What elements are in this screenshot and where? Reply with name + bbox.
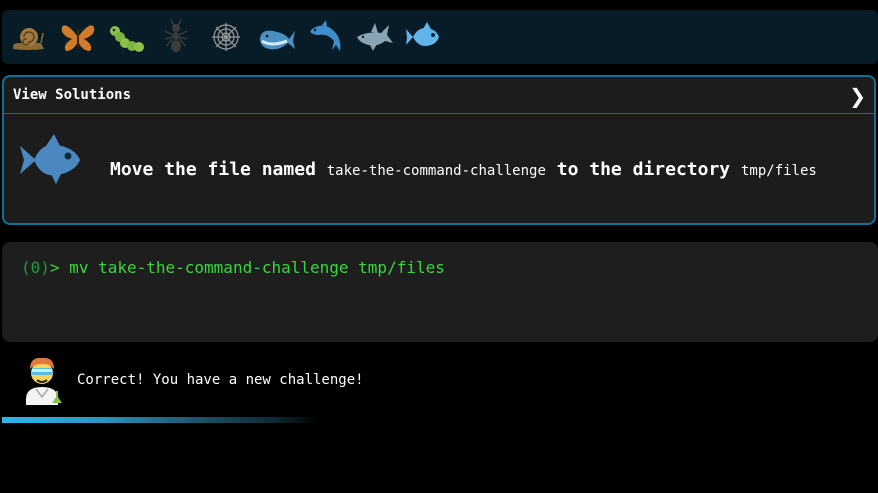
challenge-text-part2: to the directory <box>545 159 741 180</box>
prompt-status: (0) <box>21 258 50 277</box>
ant-icon[interactable] <box>156 19 196 55</box>
feedback-message-row: Correct! You have a new challenge! <box>18 353 878 409</box>
feedback-message: Correct! You have a new challenge! <box>77 372 364 388</box>
dolphin-icon[interactable] <box>306 19 346 55</box>
caterpillar-icon[interactable] <box>107 19 147 55</box>
scientist-avatar <box>18 353 66 405</box>
snail-icon[interactable] <box>9 19 49 55</box>
progress-bar-fill <box>2 417 528 423</box>
challenge-text-part1: Move the file named <box>110 159 327 180</box>
command-input-text[interactable]: mv take-the-command-challenge tmp/files <box>60 258 445 277</box>
terminal-input-area[interactable]: (0)> mv take-the-command-challenge tmp/f… <box>2 242 878 342</box>
shark-icon[interactable] <box>355 19 395 55</box>
whale-icon[interactable] <box>257 19 297 55</box>
terminal-command-line[interactable]: (0)> mv take-the-command-challenge tmp/f… <box>21 258 445 277</box>
challenge-panel: View Solutions ❯ Move the file named tak… <box>2 75 876 225</box>
challenge-directory: tmp/files <box>740 163 817 179</box>
challenge-file-name: take-the-command-challenge <box>326 163 546 179</box>
challenge-description: Move the file named take-the-command-cha… <box>110 159 817 180</box>
butterfly-icon[interactable] <box>58 19 98 55</box>
fish-icon <box>16 132 88 188</box>
level-icon-bar <box>2 10 878 64</box>
spider-web-icon[interactable] <box>206 19 246 55</box>
prompt-caret: > <box>49 258 60 277</box>
progress-bar <box>2 417 878 423</box>
view-solutions-toggle[interactable]: View Solutions ❯ <box>4 77 874 114</box>
chevron-right-icon[interactable]: ❯ <box>849 84 866 108</box>
view-solutions-label: View Solutions <box>13 87 132 103</box>
fish-icon[interactable] <box>405 19 445 55</box>
